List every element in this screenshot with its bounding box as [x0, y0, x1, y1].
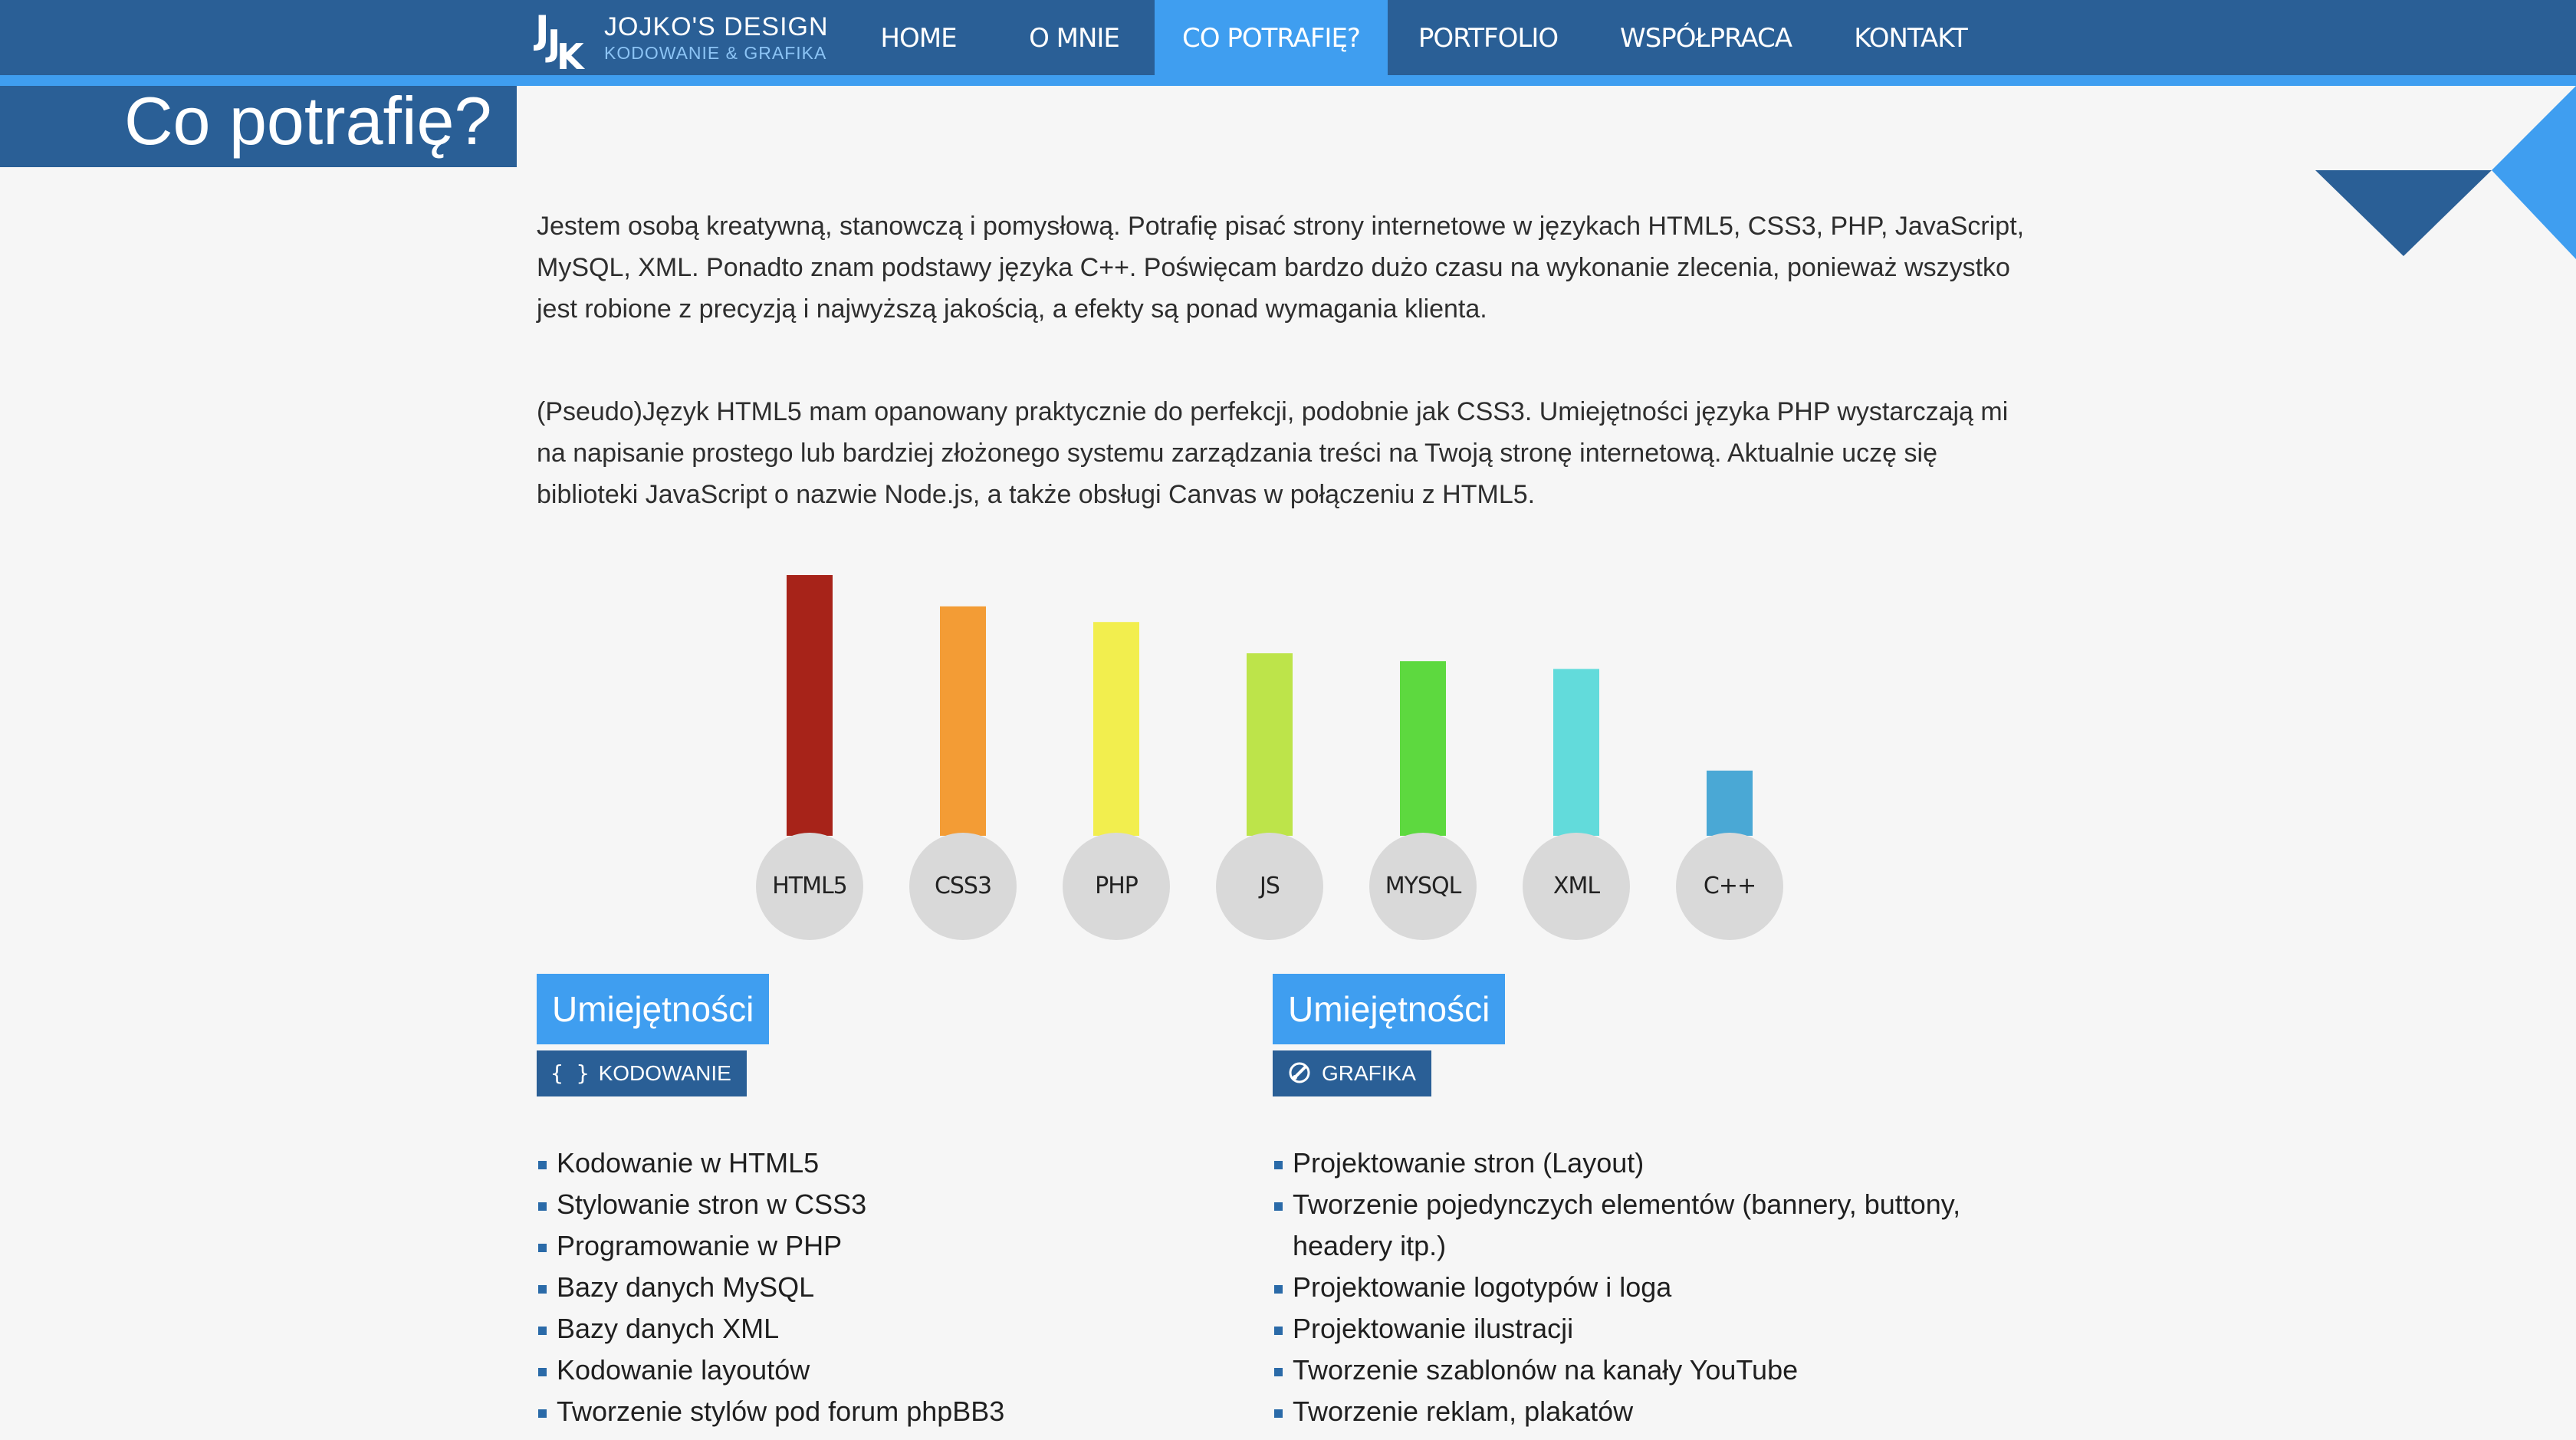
chart-tick-label: CSS3	[909, 833, 1017, 940]
chart-bar-php	[1093, 622, 1139, 836]
chart-bar-js	[1247, 653, 1293, 836]
nav-home[interactable]: HOME	[865, 0, 972, 75]
list-item: Bazy danych XML	[537, 1308, 1242, 1350]
nav-o-mnie[interactable]: O MNIE	[997, 0, 1152, 75]
list-item: Kodowanie layoutów	[537, 1350, 1242, 1391]
brush-icon	[1289, 1062, 1310, 1083]
braces-icon: { }	[550, 1060, 590, 1086]
chart-tick-label: PHP	[1063, 833, 1170, 940]
coding-tag: { } KODOWANIE	[537, 1050, 747, 1096]
list-item: Projektowanie ilustracji	[1273, 1308, 1978, 1350]
logo-title: JOJKO'S DESIGN	[604, 12, 829, 41]
chart-bar-xml	[1553, 669, 1599, 836]
page-title: Co potrafię?	[124, 83, 492, 159]
list-item: Kodowanie w HTML5	[537, 1142, 1242, 1184]
chart-tick-label: XML	[1523, 833, 1630, 940]
nav-co-potrafie[interactable]: CO POTRAFIĘ?	[1155, 0, 1388, 77]
graphics-skills-list: Projektowanie stron (Layout) Tworzenie po…	[1273, 1142, 1978, 1432]
list-item: Tworzenie szablonów na kanały YouTube	[1273, 1350, 1978, 1391]
list-item: Projektowanie stron (Layout)	[1273, 1142, 1978, 1184]
svg-text:K: K	[557, 36, 586, 72]
chart-bar-css3	[940, 606, 986, 836]
nav-wspolpraca[interactable]: WSPÓŁPRACA	[1610, 0, 1802, 75]
chart-bar-c	[1707, 771, 1753, 836]
graphics-tag: GRAFIKA	[1273, 1050, 1431, 1096]
list-item: Tworzenie stylów pod forum phpBB3	[537, 1391, 1242, 1432]
nav-portfolio[interactable]: PORTFOLIO	[1408, 0, 1569, 75]
list-item: Projektowanie logotypów i loga	[1273, 1267, 1978, 1308]
graphics-skills-heading: Umiejętności	[1273, 974, 1506, 1044]
skills-paragraph: (Pseudo)Język HTML5 mam opanowany prakty…	[537, 397, 2009, 509]
chart-bar-html5	[787, 575, 833, 836]
list-item: Bazy danych MySQL	[537, 1267, 1242, 1308]
chart-bar-mysql	[1400, 661, 1446, 836]
coding-skills-list: Kodowanie w HTML5 Stylowanie stron w CSS3…	[537, 1142, 1242, 1432]
chart-tick-label: HTML5	[756, 833, 863, 940]
list-item: Tworzenie pojedynczych elementów (banner…	[1273, 1184, 1978, 1267]
list-item: Tworzenie reklam, plakatów	[1273, 1391, 1978, 1432]
logo-jjk-icon: J J K	[534, 8, 586, 72]
coding-tag-label: KODOWANIE	[598, 1061, 731, 1085]
graphics-tag-label: GRAFIKA	[1322, 1061, 1416, 1085]
chart-tick-label: MYSQL	[1369, 833, 1477, 940]
coding-skills-heading: Umiejętności	[537, 974, 770, 1044]
corner-decoration	[2315, 86, 2576, 259]
intro-paragraph: Jestem osobą kreatywną, stanowczą i pomy…	[537, 212, 2025, 324]
list-item: Stylowanie stron w CSS3	[537, 1184, 1242, 1225]
logo-subtitle: KODOWANIE & GRAFIKA	[604, 43, 827, 63]
site-logo[interactable]: J J K JOJKO'S DESIGN KODOWANIE & GRAFIKA	[534, 5, 828, 72]
chart-tick-label: JS	[1216, 833, 1323, 940]
chart-tick-label: C++	[1676, 833, 1783, 940]
list-item: Programowanie w PHP	[537, 1225, 1242, 1267]
nav-kontakt[interactable]: KONTAKT	[1848, 0, 1973, 75]
